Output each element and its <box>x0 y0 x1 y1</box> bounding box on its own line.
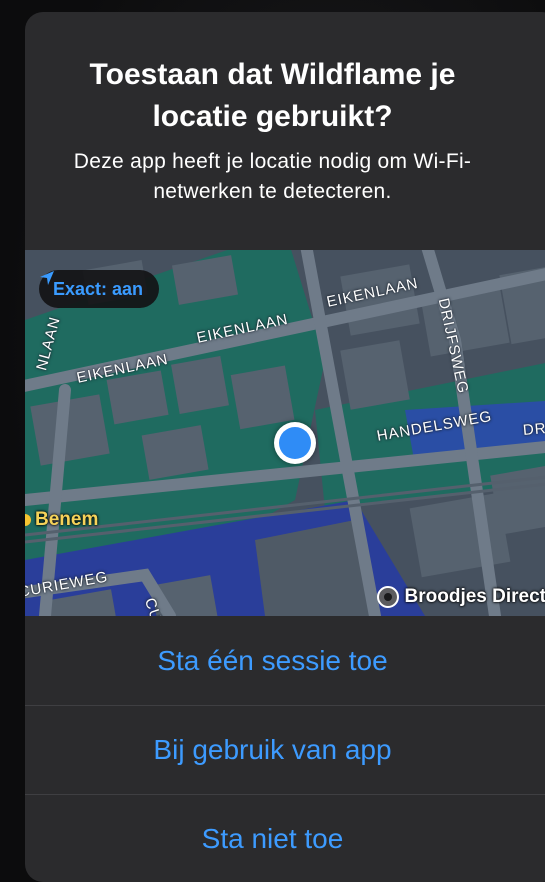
precise-location-toggle[interactable]: Exact: aan <box>39 270 159 308</box>
permission-actions: Sta één sessie toe Bij gebruik van app S… <box>25 616 545 882</box>
allow-while-using-button[interactable]: Bij gebruik van app <box>25 705 545 794</box>
street-label-dr-edge: DR <box>522 420 545 439</box>
dialog-message: Deze app heeft je locatie nodig om Wi-Fi… <box>25 147 545 207</box>
poi-broodjes-direct[interactable]: Broodjes Direct <box>377 586 545 608</box>
allow-once-button[interactable]: Sta één sessie toe <box>25 616 545 705</box>
poi-benem-label: Benem <box>35 509 98 531</box>
poi-benem[interactable]: Benem <box>25 509 98 531</box>
poi-pin-icon <box>377 586 399 608</box>
poi-pin-icon <box>25 514 31 526</box>
location-arrow-icon <box>39 270 55 286</box>
dont-allow-button[interactable]: Sta niet toe <box>25 794 545 882</box>
location-map[interactable]: Exact: aan NLAAN EIKENLAAN EIKENLAAN EIK… <box>25 250 545 616</box>
user-location-dot <box>274 422 316 464</box>
precise-badge-label: Exact: aan <box>53 279 143 300</box>
poi-broodjes-label: Broodjes Direct <box>405 586 545 608</box>
dialog-title: Toestaan dat Wildflame je locatie gebrui… <box>25 54 545 138</box>
location-permission-dialog: Toestaan dat Wildflame je locatie gebrui… <box>25 12 545 882</box>
